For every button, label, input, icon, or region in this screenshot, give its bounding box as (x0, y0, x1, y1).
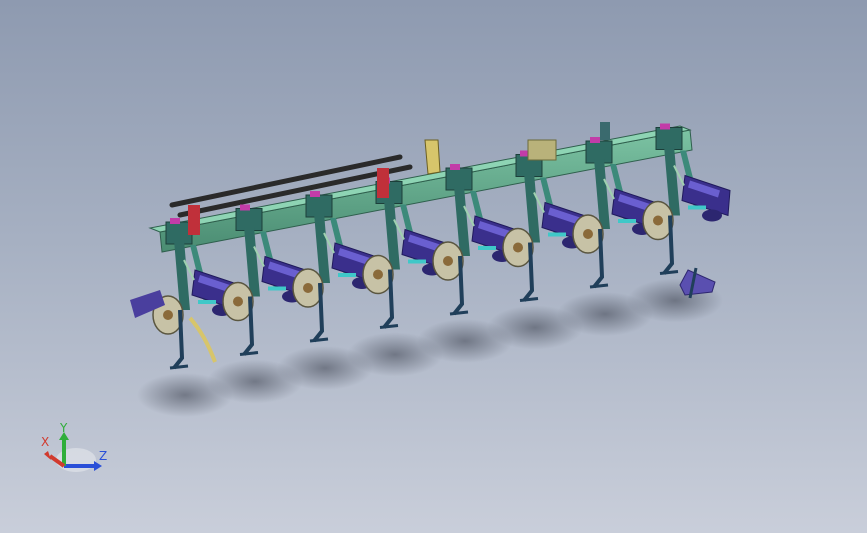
x-axis-label: X (41, 435, 49, 449)
red-bracket-left (188, 205, 200, 235)
cyan-link (268, 286, 286, 291)
y-axis-label: Y (59, 421, 68, 435)
shank-foot (309, 337, 329, 343)
coordinate-triad: X Y Z (41, 421, 107, 472)
shank-foot (519, 297, 539, 302)
disc-hub (163, 310, 173, 320)
cyan-link (618, 219, 636, 223)
shank-foot (659, 270, 679, 275)
clamp-block (527, 139, 557, 161)
seeder-assembly-model[interactable] (0, 0, 867, 533)
cyan-link (478, 246, 496, 250)
disc-hub (303, 283, 313, 293)
cyan-link (338, 273, 356, 277)
red-bracket-right (377, 168, 389, 198)
clamp-tab (240, 204, 250, 211)
z-axis-label: Z (99, 449, 107, 463)
clamp-tab (310, 191, 320, 197)
clamp-tab (450, 164, 460, 170)
shank-foot (239, 351, 259, 356)
cyan-link (198, 300, 216, 304)
disc-hub (653, 215, 663, 226)
clamp-tab (170, 218, 180, 224)
disc-hub (373, 269, 383, 280)
clamp-tab (660, 123, 670, 130)
cyan-link (688, 205, 706, 210)
shank-foot (589, 283, 609, 289)
hitch-plate (424, 139, 441, 175)
top-post (600, 122, 610, 140)
shank-foot (169, 364, 189, 370)
graphics-viewport[interactable]: X Y Z (0, 0, 867, 533)
clamp-tab (590, 137, 600, 143)
disc-hub (233, 296, 243, 307)
cyan-link (408, 259, 426, 264)
shank-foot (379, 324, 399, 329)
press-wheel (702, 209, 722, 222)
cyan-link (548, 232, 566, 237)
disc-hub (443, 256, 453, 266)
disc-hub (513, 242, 523, 253)
disc-hub (583, 229, 593, 239)
shank-foot (449, 310, 469, 316)
